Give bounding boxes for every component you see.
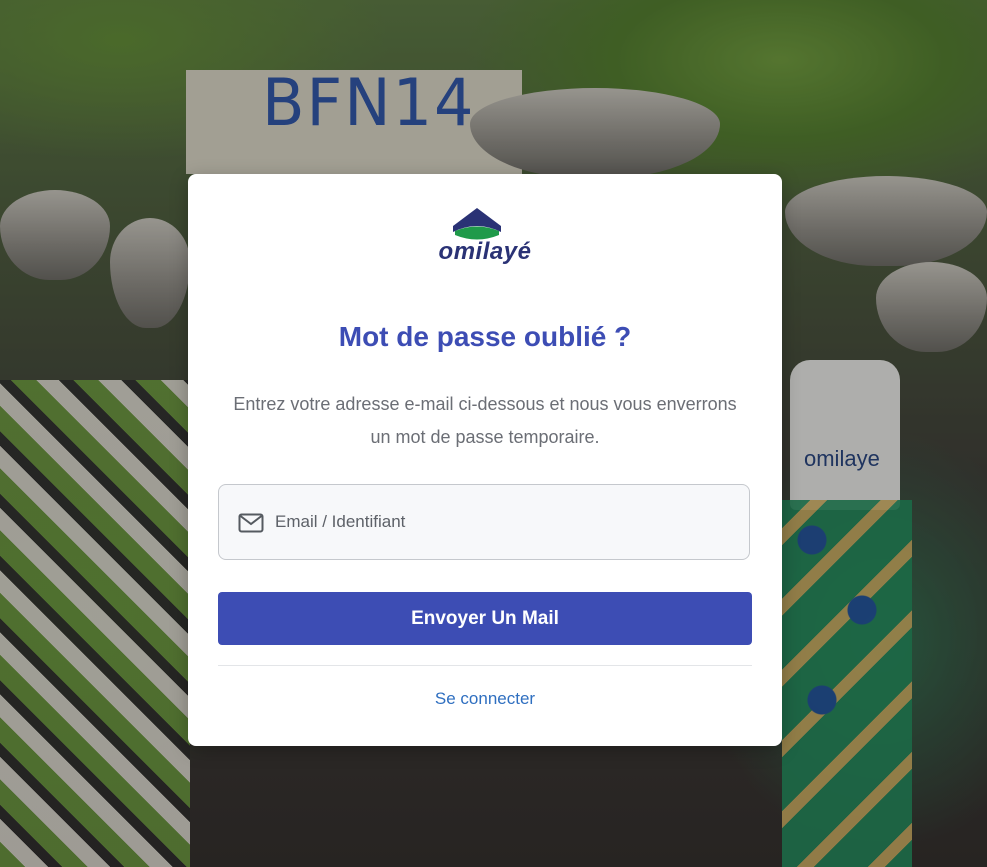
mail-icon (238, 513, 264, 533)
logo-roof-icon (453, 208, 501, 240)
brand-logo: omilayé (422, 204, 548, 266)
send-mail-button[interactable]: Envoyer Un Mail (218, 592, 752, 645)
login-page: BFN14 omilaye omilayé Mot de passe oubli… (0, 0, 987, 867)
logo-wordmark: omilayé (438, 238, 532, 265)
forgot-password-card: omilayé Mot de passe oublié ? Entrez vot… (188, 174, 782, 746)
email-input[interactable] (275, 485, 735, 559)
page-title: Mot de passe oublié ? (338, 321, 632, 352)
login-link[interactable]: Se connecter (188, 689, 782, 709)
page-description: Entrez votre adresse e-mail ci-dessous e… (233, 394, 737, 447)
email-field-container[interactable] (218, 484, 750, 560)
divider (218, 665, 752, 666)
